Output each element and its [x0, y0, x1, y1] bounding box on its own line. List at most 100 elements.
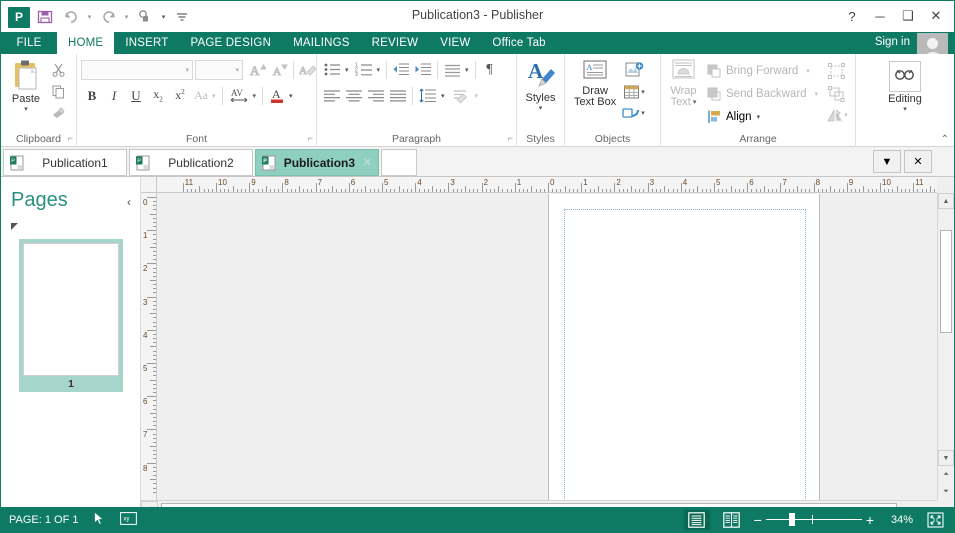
increase-indent-button[interactable] — [412, 59, 434, 80]
zoom-slider-track[interactable] — [766, 514, 862, 526]
line-spacing-menu-button[interactable]: ▾ — [441, 59, 472, 80]
ruler-major-tick — [780, 183, 781, 192]
clipboard-dialog-launcher-icon[interactable]: ⌐ — [68, 130, 73, 146]
line-spacing-button[interactable]: ▾ — [416, 85, 448, 106]
styles-dropdown-icon[interactable]: ▾ — [539, 105, 543, 112]
office-tab-publication2[interactable]: P Publication2 — [129, 149, 253, 176]
vertical-scrollbar[interactable]: ▲ ▼ ⏶ ⏷ — [937, 193, 954, 500]
show-formatting-marks-button[interactable]: ¶ — [479, 59, 501, 80]
paste-dropdown-icon[interactable]: ▾ — [24, 106, 28, 113]
decrease-indent-button[interactable] — [390, 59, 412, 80]
font-size-combo[interactable]: ▾ — [195, 60, 243, 80]
tab-insert[interactable]: INSERT — [114, 32, 179, 54]
office-tab-publication3[interactable]: P Publication3 ✕ — [255, 149, 379, 176]
previous-page-button[interactable]: ⏶ — [938, 467, 954, 483]
subscript-button[interactable]: x2 — [147, 85, 169, 106]
office-tab-publication1[interactable]: P Publication1 — [3, 149, 127, 176]
next-page-button[interactable]: ⏷ — [938, 484, 954, 500]
shapes-dropdown-icon[interactable]: ▾ — [641, 110, 645, 117]
minimize-button[interactable]: ─ — [866, 4, 894, 28]
tab-mailings[interactable]: MAILINGS — [282, 32, 361, 54]
italic-button[interactable]: I — [103, 85, 125, 106]
ungroup-button[interactable] — [825, 83, 847, 104]
horizontal-ruler[interactable]: 111098765432101234567891011 — [141, 177, 937, 193]
document-scroll-area[interactable] — [158, 194, 937, 500]
collapse-ribbon-button[interactable]: ⌃ — [941, 134, 949, 145]
shapes-button[interactable] — [621, 103, 641, 123]
rotate-button[interactable] — [825, 106, 844, 124]
bring-forward-button[interactable]: Bring Forward ▾ — [704, 60, 821, 81]
copy-button[interactable] — [47, 81, 69, 102]
align-left-button[interactable] — [321, 85, 343, 106]
tab-view[interactable]: VIEW — [429, 32, 481, 54]
tab-office-tab[interactable]: Office Tab — [481, 32, 556, 54]
format-painter-button[interactable] — [47, 103, 69, 124]
wrap-text-button[interactable]: Wrap Text ▾ — [665, 57, 702, 110]
office-tab-close-icon[interactable]: ✕ — [363, 156, 372, 169]
help-button[interactable]: ? — [838, 4, 866, 28]
page-thumbnail-1[interactable]: 1 — [19, 239, 123, 392]
underline-button[interactable]: U — [125, 85, 147, 106]
tab-file[interactable]: FILE — [1, 32, 57, 54]
scroll-down-button[interactable]: ▼ — [938, 450, 954, 466]
ruler-corner[interactable] — [141, 177, 157, 193]
ruler-minor-tick — [307, 189, 308, 193]
align-center-button[interactable] — [343, 85, 365, 106]
change-case-button[interactable]: Aa▾ — [191, 85, 219, 106]
styles-button[interactable]: A Styles ▾ — [521, 57, 561, 114]
ruler-minor-tick — [656, 189, 657, 193]
office-tab-close-button[interactable]: ✕ — [904, 150, 932, 173]
ruler-minor-tick — [590, 189, 591, 193]
tab-review[interactable]: REVIEW — [361, 32, 430, 54]
office-tab-new-placeholder[interactable] — [381, 149, 417, 176]
two-page-spread-view-button[interactable] — [719, 510, 745, 530]
editing-button[interactable]: Editing ▾ — [883, 59, 927, 115]
bullets-button[interactable]: ▾ — [321, 59, 352, 80]
align-menu-button[interactable]: Align ▾ — [704, 106, 821, 127]
sign-in-link[interactable]: Sign in — [875, 36, 910, 48]
keyboard-icon[interactable]: xy — [120, 512, 137, 528]
picture-placeholder-button[interactable] — [621, 59, 647, 81]
scroll-up-button[interactable]: ▲ — [938, 193, 954, 209]
character-spacing-button[interactable]: AV ▾ — [226, 85, 260, 106]
send-backward-button[interactable]: Send Backward ▾ — [704, 83, 821, 104]
text-effects-button[interactable]: ▾ — [448, 85, 482, 106]
pages-expand-arrow-icon[interactable] — [11, 223, 18, 230]
single-page-view-button[interactable] — [684, 510, 710, 530]
shrink-font-button[interactable]: A — [268, 59, 290, 80]
tab-page-design[interactable]: PAGE DESIGN — [179, 32, 282, 54]
pages-collapse-icon[interactable]: ‹ — [127, 195, 131, 209]
zoom-slider-handle[interactable] — [789, 513, 795, 526]
font-color-button[interactable]: A ▾ — [266, 85, 296, 106]
page-sheet[interactable] — [548, 194, 820, 500]
vertical-ruler[interactable]: 012345678 — [141, 193, 157, 500]
font-dialog-launcher-icon[interactable]: ⌐ — [308, 130, 313, 146]
group-button[interactable] — [825, 60, 847, 81]
superscript-button[interactable]: x2 — [169, 85, 191, 106]
justify-button[interactable] — [387, 85, 409, 106]
zoom-slider-group: − + — [754, 512, 874, 528]
paste-button[interactable]: Paste ▾ — [5, 57, 47, 115]
bold-button[interactable]: B — [81, 85, 103, 106]
numbering-button[interactable]: 123 ▾ — [352, 59, 384, 80]
maximize-button[interactable]: ❑ — [894, 4, 922, 28]
paragraph-dialog-launcher-icon[interactable]: ⌐ — [508, 130, 513, 146]
ruler-minor-tick — [150, 247, 156, 248]
draw-text-box-button[interactable]: A Draw Text Box — [569, 57, 621, 110]
cut-button[interactable] — [47, 59, 69, 80]
tab-home[interactable]: HOME — [57, 32, 114, 54]
font-name-combo[interactable]: ▾ — [81, 60, 193, 80]
table-dropdown-icon[interactable]: ▾ — [641, 89, 645, 96]
grow-font-button[interactable]: A — [246, 59, 268, 80]
vertical-scroll-thumb[interactable] — [940, 230, 952, 333]
fit-page-button[interactable] — [922, 510, 948, 530]
close-button[interactable]: ✕ — [922, 4, 950, 28]
clear-formatting-button[interactable]: A — [297, 59, 319, 80]
zoom-in-button[interactable]: + — [866, 512, 874, 528]
insert-table-button[interactable] — [621, 82, 641, 102]
zoom-out-button[interactable]: − — [754, 512, 762, 528]
ruler-minor-tick — [789, 189, 790, 193]
office-tab-menu-button[interactable]: ▼ — [873, 150, 901, 173]
align-right-button[interactable] — [365, 85, 387, 106]
editing-dropdown-icon[interactable]: ▾ — [903, 106, 907, 113]
